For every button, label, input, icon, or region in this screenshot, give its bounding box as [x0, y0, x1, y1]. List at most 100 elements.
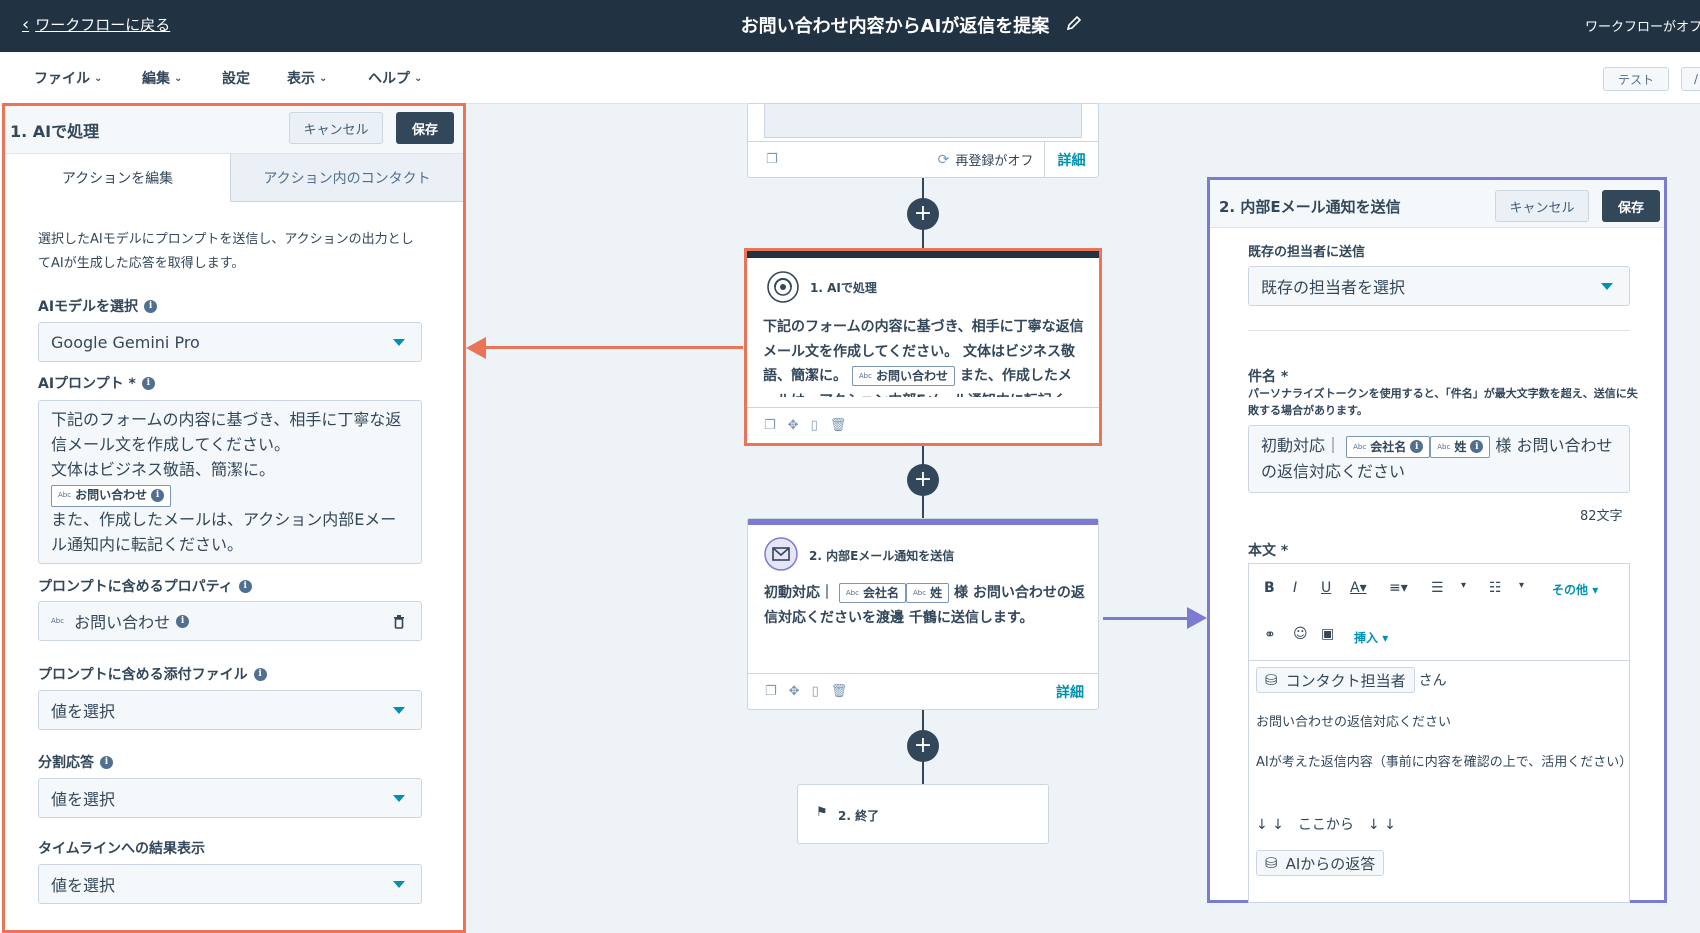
rte-toolbar: B I U A▾ ≡▾ ☰ ▾ ☷ ▾ その他 ▾ ⚭ ☺ ▣ 挿入 ▾: [1249, 564, 1629, 661]
test-button[interactable]: テスト: [1603, 67, 1669, 91]
menu-edit[interactable]: 編集 ⌄: [142, 68, 182, 88]
orange-arrow-line: [485, 346, 743, 349]
pencil-icon[interactable]: [1066, 15, 1082, 31]
info-icon: i: [1410, 440, 1424, 453]
move-icon[interactable]: ✥: [788, 418, 799, 433]
save-button[interactable]: 保存: [1602, 190, 1660, 222]
previous-trigger-card[interactable]: ❐ ⟳ 再登録がオフ 詳細: [747, 103, 1099, 178]
detail-link[interactable]: 詳細: [1044, 142, 1098, 177]
underline-icon[interactable]: U: [1321, 580, 1331, 596]
body-line1: お問い合わせの返信対応ください: [1256, 715, 1452, 730]
add-action-button[interactable]: +: [907, 730, 939, 762]
chevron-down-icon: ⌄: [319, 72, 328, 84]
menu-file[interactable]: ファイル ⌄: [34, 68, 102, 88]
database-icon: ⛁: [1265, 854, 1278, 872]
detail-link[interactable]: 詳細: [1056, 682, 1084, 702]
menu-help[interactable]: ヘルプ ⌄: [368, 68, 422, 88]
caret-down-icon: [1601, 283, 1613, 290]
flag-icon: ⚑: [816, 805, 828, 820]
body-line-contact: ⛁ コンタクト担当者 さん: [1256, 667, 1447, 693]
trash-icon[interactable]: 🗑: [831, 684, 848, 699]
caret-down-icon: [393, 795, 405, 802]
numbered-list-icon[interactable]: ☷: [1489, 580, 1502, 596]
more-menu[interactable]: その他 ▾: [1552, 581, 1598, 598]
ai-response-token[interactable]: ⛁ AIからの返答: [1256, 850, 1385, 876]
attachment-select[interactable]: 値を選択: [38, 690, 422, 730]
ai-card-toolbar: ❐ ✥ ▯ 🗑: [747, 407, 1099, 443]
char-count: 82文字: [1580, 509, 1623, 524]
purple-arrow-head: [1187, 607, 1207, 629]
chevron-down-icon: ⌄: [174, 72, 183, 84]
refresh-icon: ⟳: [937, 151, 950, 168]
token-company[interactable]: Abc 会社名 i: [1346, 435, 1431, 458]
text-color-icon[interactable]: A▾: [1350, 580, 1367, 596]
subject-input[interactable]: 初動対応｜ Abc 会社名 i Abc 姓 i 様 お問い合わせの返信対応ください: [1248, 425, 1630, 493]
ai-card-token: Abc お問い合わせ: [851, 366, 955, 386]
ai-action-card[interactable]: 1. AIで処理 下記のフォームの内容に基づき、相手に丁寧な返信メール文を作成し…: [744, 248, 1102, 446]
ai-model-select[interactable]: Google Gemini Pro: [38, 322, 422, 362]
emoji-icon[interactable]: ☺: [1293, 626, 1308, 642]
image-icon[interactable]: ▣: [1321, 626, 1334, 642]
workflow-title[interactable]: お問い合わせ内容からAIが返信を提案: [0, 12, 1700, 38]
owner-label: 既存の担当者に送信: [1248, 245, 1366, 260]
trash-icon[interactable]: [393, 614, 405, 629]
end-card[interactable]: ⚑ 2. 終了: [797, 784, 1049, 844]
chevron-down-icon[interactable]: ▾: [1519, 580, 1524, 591]
cancel-button[interactable]: キャンセル: [289, 112, 383, 144]
split-label: 分割応答 i: [38, 752, 113, 772]
italic-icon[interactable]: I: [1293, 580, 1297, 596]
prompt-property-field[interactable]: Abc お問い合わせ i: [38, 601, 422, 641]
copy-icon[interactable]: ❐: [764, 418, 776, 433]
timeline-select[interactable]: 値を選択: [38, 864, 422, 904]
info-icon: i: [238, 579, 252, 593]
menu-view[interactable]: 表示 ⌄: [287, 68, 327, 88]
trash-icon[interactable]: 🗑: [830, 418, 847, 433]
menu-settings[interactable]: 設定: [222, 68, 250, 88]
split-response-select[interactable]: 値を選択: [38, 778, 422, 818]
subject-help-text: パーソナライズトークンを使用すると、「件名」が最大文字数を超え、送信に失敗する場…: [1248, 387, 1638, 417]
model-label: AIモデルを選択 i: [38, 296, 158, 316]
add-action-button[interactable]: +: [907, 198, 939, 230]
body-line-ai: ⛁ AIからの返答: [1256, 850, 1385, 876]
copy-icon[interactable]: ❐: [766, 152, 778, 167]
info-icon: i: [1470, 440, 1484, 453]
save-button[interactable]: 保存: [396, 112, 454, 144]
bold-icon[interactable]: B: [1264, 580, 1275, 596]
clipboard-icon[interactable]: ▯: [812, 684, 819, 699]
envelope-icon: [764, 537, 798, 571]
caret-down-icon: [393, 881, 405, 888]
email-action-card[interactable]: 2. 内部Eメール通知を送信 初動対応｜ Abc 会社名 Abc 姓 様 お問い合わせ…: [747, 518, 1099, 710]
info-icon: i: [176, 614, 190, 628]
clipboard-icon[interactable]: ▯: [811, 418, 818, 433]
bullet-list-icon[interactable]: ☰: [1431, 580, 1444, 596]
ai-card-prompt: 下記のフォームの内容に基づき、相手に丁寧な返信メール文を作成してください。 文体…: [763, 319, 1084, 397]
body-label: 本文 *: [1248, 543, 1289, 559]
email-card-summary: 初動対応｜ Abc 会社名 Abc 姓 様 お問い合わせの返信対応くださいを渡邊 千鶴…: [764, 583, 1085, 626]
caret-down-icon: [393, 339, 405, 346]
body-editor[interactable]: B I U A▾ ≡▾ ☰ ▾ ☷ ▾ その他 ▾ ⚭ ☺ ▣ 挿入 ▾ ⛁ コン…: [1248, 563, 1633, 903]
prompt-token[interactable]: Abc お問い合わせ i: [51, 484, 172, 507]
ai-prompt-textarea[interactable]: 下記のフォームの内容に基づき、相手に丁寧な返信メール文を作成してください。 文体…: [38, 400, 422, 564]
extra-button[interactable]: /: [1681, 67, 1700, 91]
info-icon: i: [100, 755, 113, 769]
owner-select[interactable]: 既存の担当者を選択: [1248, 266, 1630, 306]
add-action-button[interactable]: +: [907, 464, 939, 496]
copy-icon[interactable]: ❐: [765, 684, 777, 699]
caret-down-icon: [393, 707, 405, 714]
body-line2: AIが考えた返信内容（事前に内容を確認の上で、活用ください）: [1256, 755, 1633, 770]
contact-owner-token[interactable]: ⛁ コンタクト担当者: [1256, 667, 1415, 693]
token-lastname: Abc 姓: [905, 583, 950, 603]
menu-bar: [0, 52, 1700, 104]
workflow-status: ワークフローがオフ: [1585, 20, 1700, 35]
move-icon[interactable]: ✥: [789, 684, 800, 699]
chevron-down-icon[interactable]: ▾: [1461, 580, 1466, 591]
tab-contacts-in-action[interactable]: アクション内のコンタクト: [231, 154, 463, 202]
token-lastname[interactable]: Abc 姓 i: [1430, 435, 1491, 458]
link-icon[interactable]: ⚭: [1264, 627, 1276, 643]
tab-edit-action[interactable]: アクションを編集: [5, 154, 231, 202]
insert-menu[interactable]: 挿入 ▾: [1354, 629, 1388, 646]
align-icon[interactable]: ≡▾: [1389, 580, 1408, 596]
cancel-button[interactable]: キャンセル: [1495, 190, 1589, 222]
info-icon: i: [144, 299, 158, 313]
info-icon: i: [151, 489, 165, 502]
